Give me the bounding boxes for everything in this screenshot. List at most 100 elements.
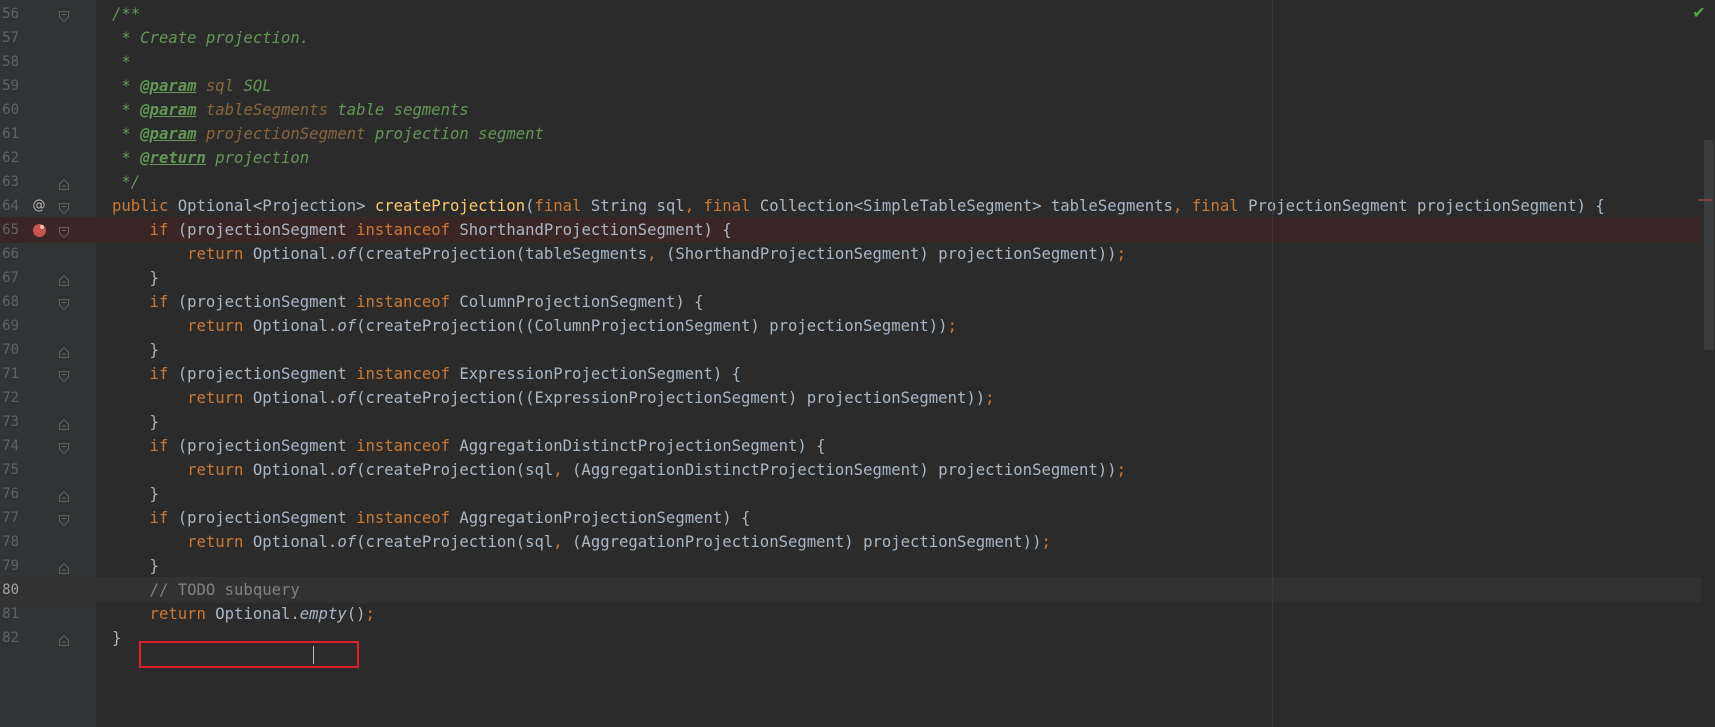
- code-text[interactable]: /**: [112, 1, 140, 27]
- line-number[interactable]: 77: [0, 505, 19, 531]
- fold-end-icon[interactable]: [59, 488, 69, 502]
- code-line[interactable]: 63 */: [0, 169, 1701, 195]
- code-line[interactable]: 64 @ public Optional<Projection> createPro…: [0, 193, 1701, 219]
- line-number[interactable]: 71: [0, 361, 19, 387]
- line-number[interactable]: 61: [0, 121, 19, 147]
- code-line[interactable]: 81 return Optional.empty();: [0, 601, 1701, 627]
- code-text[interactable]: return Optional.of(createProjection((Col…: [112, 313, 957, 339]
- code-line[interactable]: 61 * @param projectionSegment projection…: [0, 121, 1701, 147]
- line-number[interactable]: 66: [0, 241, 19, 267]
- fold-collapse-icon[interactable]: [59, 8, 69, 23]
- code-line[interactable]: 71 if (projectionSegment instanceof Expr…: [0, 361, 1701, 387]
- line-number[interactable]: 58: [0, 49, 19, 75]
- code-line[interactable]: 60 * @param tableSegments table segments: [0, 97, 1701, 123]
- code-text[interactable]: return Optional.of(createProjection(sql,…: [112, 457, 1126, 483]
- fold-end-icon[interactable]: [59, 560, 69, 574]
- code-text[interactable]: }: [112, 337, 159, 363]
- line-number[interactable]: 78: [0, 529, 19, 555]
- code-text[interactable]: * @param tableSegments table segments: [112, 97, 468, 123]
- fold-collapse-icon[interactable]: [59, 512, 69, 527]
- code-line[interactable]: 77 if (projectionSegment instanceof Aggr…: [0, 505, 1701, 531]
- code-text[interactable]: }: [112, 265, 159, 291]
- code-line[interactable]: 70 }: [0, 337, 1701, 363]
- override-marker-icon[interactable]: @: [31, 197, 47, 215]
- error-stripe-mark[interactable]: [1698, 199, 1713, 201]
- code-line[interactable]: 62 * @return projection: [0, 145, 1701, 171]
- code-text[interactable]: * @param projectionSegment projection se…: [112, 121, 544, 147]
- line-number[interactable]: 57: [0, 25, 19, 51]
- code-text[interactable]: * @return projection: [112, 145, 309, 171]
- code-line[interactable]: 68 if (projectionSegment instanceof Colu…: [0, 289, 1701, 315]
- code-text[interactable]: }: [112, 481, 159, 507]
- line-number[interactable]: 81: [0, 601, 19, 627]
- line-number[interactable]: 74: [0, 433, 19, 459]
- line-number[interactable]: 73: [0, 409, 19, 435]
- line-number[interactable]: 69: [0, 313, 19, 339]
- code-text[interactable]: * @param sql SQL: [112, 73, 271, 99]
- code-line[interactable]: 74 if (projectionSegment instanceof Aggr…: [0, 433, 1701, 459]
- code-editor[interactable]: 5556/**57 * Create projection.58 *59 * @…: [0, 0, 1715, 727]
- fold-end-icon[interactable]: [59, 416, 69, 430]
- fold-end-icon[interactable]: [59, 272, 69, 286]
- line-number[interactable]: 64: [0, 193, 19, 219]
- code-text[interactable]: return Optional.of(createProjection(sql,…: [112, 529, 1051, 555]
- code-line[interactable]: 69 return Optional.of(createProjection((…: [0, 313, 1701, 339]
- code-text[interactable]: }: [112, 409, 159, 435]
- line-number[interactable]: 82: [0, 625, 19, 651]
- code-line[interactable]: 78 return Optional.of(createProjection(s…: [0, 529, 1701, 555]
- line-number[interactable]: 72: [0, 385, 19, 411]
- line-number[interactable]: 59: [0, 73, 19, 99]
- line-number[interactable]: 65: [0, 217, 19, 243]
- code-text[interactable]: if (projectionSegment instanceof Aggrega…: [112, 433, 826, 459]
- code-line[interactable]: 75 return Optional.of(createProjection(s…: [0, 457, 1701, 483]
- checkmark-icon[interactable]: ✔: [1689, 3, 1709, 23]
- line-number[interactable]: 80: [0, 577, 19, 603]
- code-text[interactable]: */: [112, 169, 140, 195]
- code-line[interactable]: 65 if (projectionSegment instanceof Shor…: [0, 217, 1701, 243]
- line-number[interactable]: 60: [0, 97, 19, 123]
- code-line[interactable]: 67 }: [0, 265, 1701, 291]
- code-line[interactable]: 57 * Create projection.: [0, 25, 1701, 51]
- code-text[interactable]: if (projectionSegment instanceof Aggrega…: [112, 505, 751, 531]
- code-line[interactable]: 79 }: [0, 553, 1701, 579]
- code-text[interactable]: if (projectionSegment instanceof Shortha…: [112, 217, 732, 243]
- line-number[interactable]: 76: [0, 481, 19, 507]
- line-number[interactable]: 75: [0, 457, 19, 483]
- line-number[interactable]: 67: [0, 265, 19, 291]
- code-line[interactable]: 59 * @param sql SQL: [0, 73, 1701, 99]
- code-line[interactable]: 76 }: [0, 481, 1701, 507]
- code-text[interactable]: }: [112, 553, 159, 579]
- fold-end-icon[interactable]: [59, 176, 69, 190]
- vertical-scrollbar[interactable]: [1701, 0, 1715, 727]
- code-line[interactable]: 66 return Optional.of(createProjection(t…: [0, 241, 1701, 267]
- code-text[interactable]: }: [112, 625, 121, 651]
- line-number[interactable]: 70: [0, 337, 19, 363]
- line-number[interactable]: 79: [0, 553, 19, 579]
- fold-collapse-icon[interactable]: [59, 224, 69, 239]
- code-line[interactable]: 80 // TODO subquery: [0, 577, 1701, 603]
- fold-end-icon[interactable]: [59, 632, 69, 646]
- code-text[interactable]: return Optional.empty();: [112, 601, 375, 627]
- breakpoint-icon[interactable]: [33, 224, 46, 237]
- code-line[interactable]: 58 *: [0, 49, 1701, 75]
- fold-collapse-icon[interactable]: [59, 200, 69, 215]
- code-line[interactable]: 73 }: [0, 409, 1701, 435]
- code-text[interactable]: *: [112, 49, 130, 75]
- code-text[interactable]: if (projectionSegment instanceof ColumnP…: [112, 289, 704, 315]
- code-line[interactable]: 72 return Optional.of(createProjection((…: [0, 385, 1701, 411]
- line-number[interactable]: 63: [0, 169, 19, 195]
- scrollbar-thumb[interactable]: [1704, 140, 1714, 350]
- code-text[interactable]: public Optional<Projection> createProjec…: [112, 193, 1605, 219]
- code-text[interactable]: return Optional.of(createProjection(tabl…: [112, 241, 1126, 267]
- fold-collapse-icon[interactable]: [59, 440, 69, 455]
- fold-end-icon[interactable]: [59, 344, 69, 358]
- code-line[interactable]: 56 /**: [0, 1, 1701, 27]
- line-number[interactable]: 56: [0, 1, 19, 27]
- line-number[interactable]: 62: [0, 145, 19, 171]
- fold-collapse-icon[interactable]: [59, 368, 69, 383]
- line-number[interactable]: 68: [0, 289, 19, 315]
- code-text[interactable]: // TODO subquery: [112, 577, 300, 603]
- fold-collapse-icon[interactable]: [59, 296, 69, 311]
- code-text[interactable]: * Create projection.: [112, 25, 309, 51]
- code-text[interactable]: if (projectionSegment instanceof Express…: [112, 361, 742, 387]
